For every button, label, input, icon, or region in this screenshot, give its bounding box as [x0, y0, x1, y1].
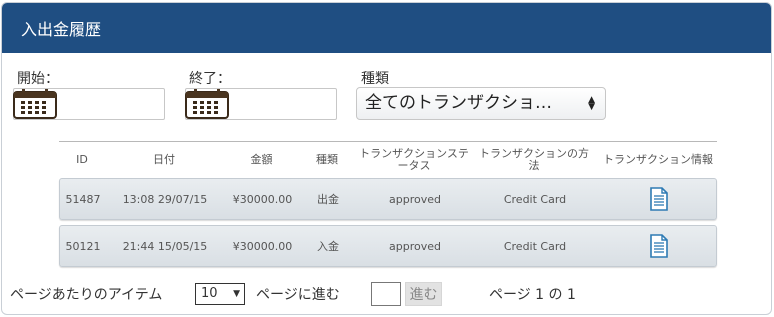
cell-id: 50121	[65, 239, 101, 253]
document-icon[interactable]	[650, 187, 668, 211]
start-date-label: 開始：	[17, 71, 59, 87]
transaction-type-select[interactable]: 全てのトランザクショ… ▲ ▼	[356, 87, 606, 120]
document-icon[interactable]	[650, 234, 668, 258]
select-arrows-icon: ▲ ▼	[588, 94, 595, 112]
cell-info	[600, 226, 718, 266]
cell-method: Credit Card	[503, 192, 567, 206]
column-header-amount: 金額	[250, 153, 273, 166]
goto-page-label: ページに進む	[256, 287, 340, 303]
pagination: ページあたりのアイテム 10 ▼ ページに進む 進む ページ 1 の 1	[2, 280, 771, 308]
column-header-type: 種類	[316, 153, 338, 166]
table-row: 50121 21:44 15/05/15 ¥30000.00 入金 approv…	[59, 225, 717, 267]
transaction-history-panel: 入出金履歴 開始： 終了： 種類 全てのトランザクショ… ▲ ▼ ID 日付 金…	[1, 2, 772, 315]
type-select-value: 全てのトランザクショ…	[365, 93, 552, 113]
calendar-icon[interactable]	[13, 89, 57, 119]
cell-date: 21:44 15/05/15	[122, 239, 208, 253]
page-title: 入出金履歴	[21, 20, 102, 39]
column-header-info: トランザクション情報	[603, 153, 713, 166]
cell-type: 出金	[317, 193, 339, 206]
cell-id: 51487	[65, 192, 101, 206]
cell-info	[600, 179, 718, 219]
goto-page-button[interactable]: 進む	[405, 282, 442, 306]
column-header-status: トランザクションステータス	[359, 147, 469, 172]
dropdown-arrow-icon: ▼	[233, 289, 240, 299]
transactions-table: ID 日付 金額 種類 トランザクションステータス トランザクションの方法 トラ…	[59, 141, 717, 272]
column-header-id: ID	[76, 153, 88, 166]
calendar-icon[interactable]	[185, 89, 229, 119]
cell-method: Credit Card	[503, 239, 567, 253]
items-per-page-label: ページあたりのアイテム	[10, 287, 163, 303]
items-per-page-value: 10	[201, 286, 218, 301]
column-header-date: 日付	[153, 153, 175, 166]
table-header: ID 日付 金額 種類 トランザクションステータス トランザクションの方法 トラ…	[59, 142, 717, 178]
start-date-picker[interactable]	[13, 88, 165, 120]
filters: 開始： 終了： 種類 全てのトランザクショ… ▲ ▼	[2, 65, 771, 125]
cell-status: approved	[389, 192, 441, 206]
table-row: 51487 13:08 29/07/15 ¥30000.00 出金 approv…	[59, 178, 717, 220]
page-info: ページ 1 の 1	[489, 287, 576, 303]
type-label: 種類	[361, 71, 389, 87]
cell-type: 入金	[317, 240, 339, 253]
cell-amount: ¥30000.00	[232, 239, 293, 253]
cell-status: approved	[389, 239, 441, 253]
cell-date: 13:08 29/07/15	[122, 192, 208, 206]
end-date-label: 終了：	[189, 71, 231, 87]
items-per-page-select[interactable]: 10 ▼	[195, 283, 245, 305]
panel-header: 入出金履歴	[2, 3, 771, 53]
cell-amount: ¥30000.00	[232, 192, 293, 206]
goto-page-input[interactable]	[371, 282, 401, 306]
end-date-picker[interactable]	[185, 88, 337, 120]
column-header-method: トランザクションの方法	[479, 147, 589, 172]
